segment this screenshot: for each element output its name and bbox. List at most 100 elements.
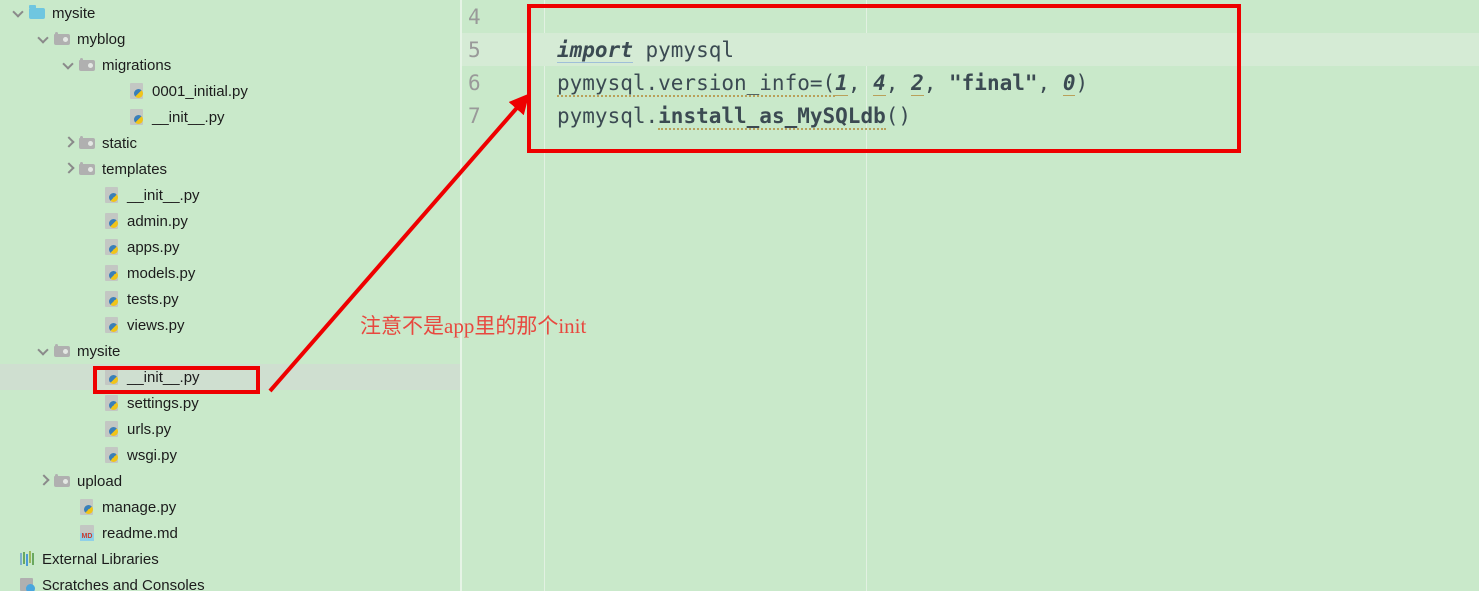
code-line-6-text[interactable]: pymysql.version_info=(1, 4, 2, "final", … — [507, 70, 1089, 97]
line-number-6: 6 — [468, 70, 481, 95]
tree-item-mysite[interactable]: mysite — [0, 338, 460, 364]
keyword-import: import — [557, 37, 633, 63]
tree-item-label: __init__.py — [127, 186, 200, 204]
folder-gray-icon — [53, 341, 73, 361]
chevron-right-icon[interactable] — [35, 468, 53, 494]
tree-item--init-py[interactable]: __init__.py — [0, 104, 460, 130]
tree-item-tests-py[interactable]: tests.py — [0, 286, 460, 312]
tree-item-label: mysite — [52, 4, 96, 22]
number-1: 1 — [835, 70, 848, 96]
python-file-icon — [103, 393, 123, 413]
tree-item-label: Scratches and Consoles — [42, 576, 205, 591]
string-final: "final" — [949, 70, 1038, 95]
chevron-down-icon[interactable] — [35, 26, 53, 52]
sep-1: , — [847, 70, 874, 95]
tree-item-label: __init__.py — [127, 368, 200, 386]
tree-item-label: static — [102, 134, 138, 152]
python-file-icon — [103, 263, 123, 283]
tree-item-models-py[interactable]: models.py — [0, 260, 460, 286]
twisty-spacer — [85, 286, 103, 312]
python-file-icon — [128, 107, 148, 127]
tree-item--init-py[interactable]: __init__.py — [0, 182, 460, 208]
tree-item-label: readme.md — [102, 524, 178, 542]
python-file-icon — [103, 419, 123, 439]
code-line-5-text[interactable]: import pymysql — [507, 37, 735, 63]
chevron-right-icon[interactable] — [60, 156, 78, 182]
chevron-down-icon[interactable] — [35, 338, 53, 364]
twisty-spacer — [85, 182, 103, 208]
python-file-icon — [103, 185, 123, 205]
tree-item-views-py[interactable]: views.py — [0, 312, 460, 338]
module-name-pymysql: pymysql — [632, 37, 735, 62]
tree-item-label: templates — [102, 160, 168, 178]
twisty-spacer — [85, 234, 103, 260]
folder-blue-icon — [28, 3, 48, 23]
chevron-down-icon[interactable] — [60, 52, 78, 78]
twisty-spacer — [110, 104, 128, 130]
project-tree-panel[interactable]: mysite myblog migrations 0001_initial.py __i… — [0, 0, 460, 591]
close-paren: ) — [1075, 70, 1089, 95]
twisty-spacer — [85, 208, 103, 234]
tree-item-settings-py[interactable]: settings.py — [0, 390, 460, 416]
code-line-7-text[interactable]: pymysql.install_as_MySQLdb() — [507, 103, 911, 130]
number-2: 2 — [911, 70, 924, 96]
module-prefix: pymysql. — [557, 103, 659, 128]
folder-gray-icon — [53, 471, 73, 491]
code-line-6[interactable]: 6 pymysql.version_info=(1, 4, 2, "final"… — [462, 66, 1479, 99]
scratches-icon — [18, 575, 38, 591]
tree-item-label: views.py — [127, 316, 185, 334]
twisty-spacer — [60, 520, 78, 546]
tree-item--init-py[interactable]: __init__.py — [0, 364, 460, 390]
number-0: 0 — [1062, 70, 1076, 96]
code-line-5[interactable]: 5 import pymysql — [462, 33, 1479, 66]
tree-item-templates[interactable]: templates — [0, 156, 460, 182]
function-install-as-mysqldb: install_as_MySQLdb — [658, 103, 886, 130]
python-file-icon — [103, 211, 123, 231]
chevron-right-icon[interactable] — [60, 130, 78, 156]
number-4: 4 — [873, 70, 886, 96]
line-number-5: 5 — [468, 37, 481, 62]
code-line-4[interactable]: 4 — [462, 0, 1479, 33]
line-number-4: 4 — [468, 4, 481, 29]
code-editor[interactable]: 4 5 import pymysql 6 pymysql.version_inf… — [462, 0, 1479, 591]
sep-4: , — [1037, 70, 1063, 95]
tree-item-wsgi-py[interactable]: wsgi.py — [0, 442, 460, 468]
tree-item-label: __init__.py — [152, 108, 225, 126]
tree-item-label: 0001_initial.py — [152, 82, 248, 100]
tree-item-label: External Libraries — [42, 550, 159, 568]
tree-item-readme-md[interactable]: readme.md — [0, 520, 460, 546]
chevron-down-icon[interactable] — [10, 0, 28, 26]
project-tree[interactable]: mysite myblog migrations 0001_initial.py __i… — [0, 0, 460, 591]
folder-gray-icon — [78, 133, 98, 153]
tree-item-label: migrations — [102, 56, 172, 74]
folder-gray-icon — [78, 55, 98, 75]
tree-item-external-libraries[interactable]: External Libraries — [0, 546, 460, 572]
tree-item-urls-py[interactable]: urls.py — [0, 416, 460, 442]
twisty-spacer — [0, 546, 18, 572]
twisty-spacer — [85, 260, 103, 286]
tree-item-manage-py[interactable]: manage.py — [0, 494, 460, 520]
tree-item-label: myblog — [77, 30, 126, 48]
tree-item-label: apps.py — [127, 238, 180, 256]
tree-item-mysite[interactable]: mysite — [0, 0, 460, 26]
tree-item-admin-py[interactable]: admin.py — [0, 208, 460, 234]
tree-item-migrations[interactable]: migrations — [0, 52, 460, 78]
tree-item-scratches-and-consoles[interactable]: Scratches and Consoles — [0, 572, 460, 591]
python-file-icon — [103, 289, 123, 309]
twisty-spacer — [85, 364, 103, 390]
markdown-file-icon — [78, 523, 98, 543]
tree-item-label: tests.py — [127, 290, 179, 308]
external-libraries-icon — [18, 549, 38, 569]
tree-item-static[interactable]: static — [0, 130, 460, 156]
tree-item-label: urls.py — [127, 420, 172, 438]
twisty-spacer — [85, 416, 103, 442]
code-line-7[interactable]: 7 pymysql.install_as_MySQLdb() — [462, 99, 1479, 132]
tree-item-apps-py[interactable]: apps.py — [0, 234, 460, 260]
tree-item-myblog[interactable]: myblog — [0, 26, 460, 52]
tree-item-0001-initial-py[interactable]: 0001_initial.py — [0, 78, 460, 104]
tree-item-label: settings.py — [127, 394, 199, 412]
tree-item-upload[interactable]: upload — [0, 468, 460, 494]
folder-gray-icon — [78, 159, 98, 179]
tree-item-label: mysite — [77, 342, 121, 360]
tree-item-label: manage.py — [102, 498, 177, 516]
